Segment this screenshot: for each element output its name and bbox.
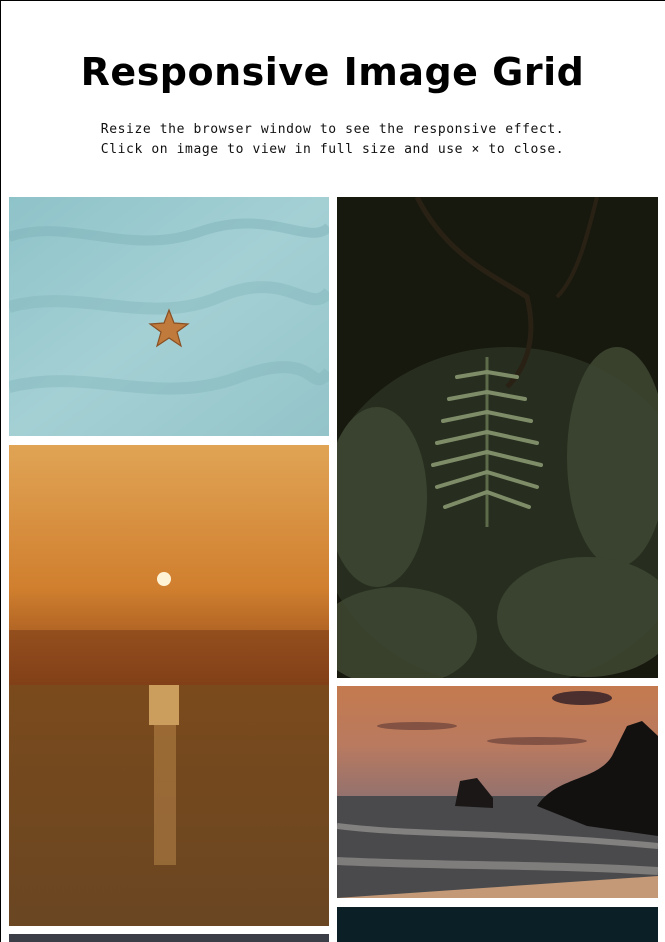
gallery-image-partial-right[interactable] xyxy=(337,907,658,942)
gallery-image-partial-left[interactable] xyxy=(9,934,329,942)
page-border-top xyxy=(0,0,665,1)
gallery-image-fern[interactable] xyxy=(337,197,658,678)
gallery-image-coastline[interactable] xyxy=(337,686,658,898)
page-subtitle-line-1: Resize the browser window to see the res… xyxy=(100,122,565,137)
page-subtitle-line-2: Click on image to view in full size and … xyxy=(100,142,565,157)
gallery-image-sunset-sea[interactable] xyxy=(9,445,329,926)
page-title: Responsive Image Grid xyxy=(80,50,585,94)
gallery-image-starfish[interactable] xyxy=(9,197,329,436)
